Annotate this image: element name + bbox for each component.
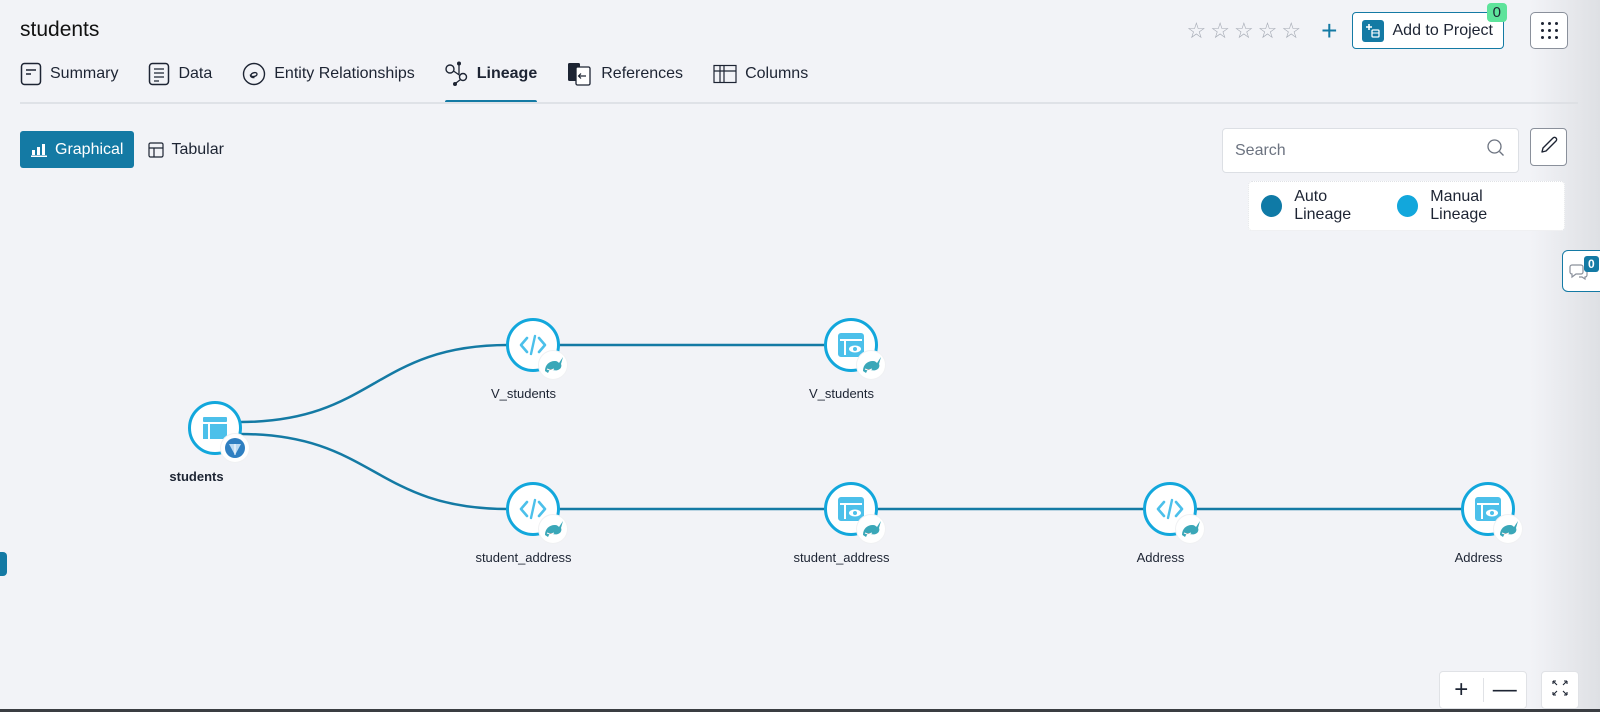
comments-button[interactable]: 0 (1562, 250, 1600, 292)
star-icon[interactable]: ☆ (1186, 19, 1206, 42)
search-input[interactable] (1235, 141, 1486, 160)
columns-icon (713, 64, 737, 84)
narwhal-source-icon (857, 515, 885, 543)
left-panel-toggle[interactable] (0, 552, 7, 576)
search-field (1222, 128, 1519, 173)
fullscreen-icon (1551, 679, 1569, 702)
tab-label: Entity Relationships (274, 65, 415, 82)
page-title: students (20, 18, 100, 41)
lineage-legend: Auto Lineage Manual Lineage (1248, 181, 1565, 231)
document-icon (20, 62, 42, 86)
narwhal-source-icon (539, 351, 567, 379)
lineage-edges (239, 343, 1488, 511)
lineage-edge[interactable] (239, 432, 509, 511)
lineage-node[interactable]: student_address (475, 482, 572, 565)
tabs-divider (20, 102, 1578, 104)
tab-bar: Summary Data Entity Relationships Lineag… (20, 60, 838, 106)
tab-label: Columns (745, 65, 809, 82)
tab-entity-relationships[interactable]: Entity Relationships (242, 60, 415, 88)
lineage-node[interactable]: student_address (793, 482, 890, 565)
tab-label: Data (178, 65, 213, 82)
lineage-node[interactable]: Address (1455, 482, 1522, 565)
legend-item-manual: Manual Lineage (1397, 188, 1540, 224)
link-circle-icon (242, 62, 266, 86)
rating-stars[interactable]: ☆ ☆ ☆ ☆ ☆ (1186, 19, 1301, 42)
node-label: students (169, 469, 224, 484)
narwhal-source-icon (539, 515, 567, 543)
tab-summary[interactable]: Summary (20, 60, 118, 88)
tab-lineage[interactable]: Lineage (444, 60, 538, 104)
lineage-node[interactable]: V_students (491, 318, 567, 401)
node-label: Address (1136, 550, 1185, 565)
pencil-icon (1539, 135, 1559, 160)
node-label: student_address (475, 550, 572, 565)
node-label: student_address (793, 550, 890, 565)
lineage-canvas[interactable]: students V_students V_students student_addr… (0, 0, 1600, 712)
star-icon[interactable]: ☆ (1234, 19, 1254, 42)
edit-lineage-button[interactable] (1530, 128, 1567, 166)
star-icon[interactable]: ☆ (1210, 19, 1230, 42)
narwhal-source-icon (857, 351, 885, 379)
references-icon (567, 62, 593, 86)
comments-count-badge: 0 (1584, 256, 1599, 272)
node-label: V_students (490, 386, 557, 401)
graphical-label: Graphical (55, 140, 124, 158)
star-icon[interactable]: ☆ (1281, 19, 1301, 42)
fit-view-button[interactable] (1541, 671, 1579, 709)
legend-dot (1397, 195, 1419, 217)
view-toggle: Graphical Tabular (20, 131, 224, 168)
bar-chart-icon (31, 143, 47, 157)
zoom-controls: + — (1439, 671, 1527, 709)
add-to-project-button[interactable]: Add to Project 0 (1351, 3, 1507, 49)
lineage-node[interactable]: V_students (809, 318, 885, 401)
narwhal-source-icon (1494, 515, 1522, 543)
tab-references[interactable]: References (567, 60, 683, 88)
header-actions: ☆ ☆ ☆ ☆ ☆ + Add to Project 0 (1186, 3, 1568, 49)
star-icon[interactable]: ☆ (1258, 19, 1278, 42)
legend-label: Manual Lineage (1430, 188, 1488, 223)
legend-dot (1261, 195, 1283, 217)
database-source-icon (221, 434, 249, 462)
tab-columns[interactable]: Columns (713, 60, 808, 88)
grid-dots-icon (1540, 22, 1558, 39)
plus-icon[interactable]: + (1321, 16, 1337, 45)
tab-label: Lineage (476, 65, 538, 82)
lineage-edge[interactable] (239, 343, 509, 424)
lineage-node[interactable]: Address (1137, 482, 1204, 565)
graphical-view-button[interactable]: Graphical (20, 131, 135, 168)
table-icon (148, 141, 165, 158)
add-to-project-label: Add to Project (1392, 21, 1494, 39)
zoom-in-button[interactable]: + (1440, 678, 1483, 702)
project-count-badge: 0 (1486, 3, 1507, 22)
node-label: V_students (808, 386, 875, 401)
tab-label: References (601, 65, 684, 82)
narwhal-source-icon (1176, 515, 1204, 543)
legend-label: Auto Lineage (1294, 188, 1352, 223)
list-document-icon (148, 62, 170, 86)
tab-label: Summary (50, 65, 119, 82)
lineage-icon (445, 61, 469, 87)
zoom-out-button[interactable]: — (1484, 678, 1527, 702)
lineage-node[interactable]: students (169, 401, 249, 484)
tab-data[interactable]: Data (148, 60, 212, 88)
apps-menu-button[interactable] (1530, 12, 1568, 49)
search-icon[interactable] (1486, 138, 1506, 163)
legend-item-auto: Auto Lineage (1261, 188, 1385, 224)
add-project-icon (1361, 19, 1384, 42)
tabular-label: Tabular (171, 140, 224, 158)
node-label: Address (1454, 550, 1503, 565)
tabular-view-button[interactable]: Tabular (148, 140, 224, 159)
